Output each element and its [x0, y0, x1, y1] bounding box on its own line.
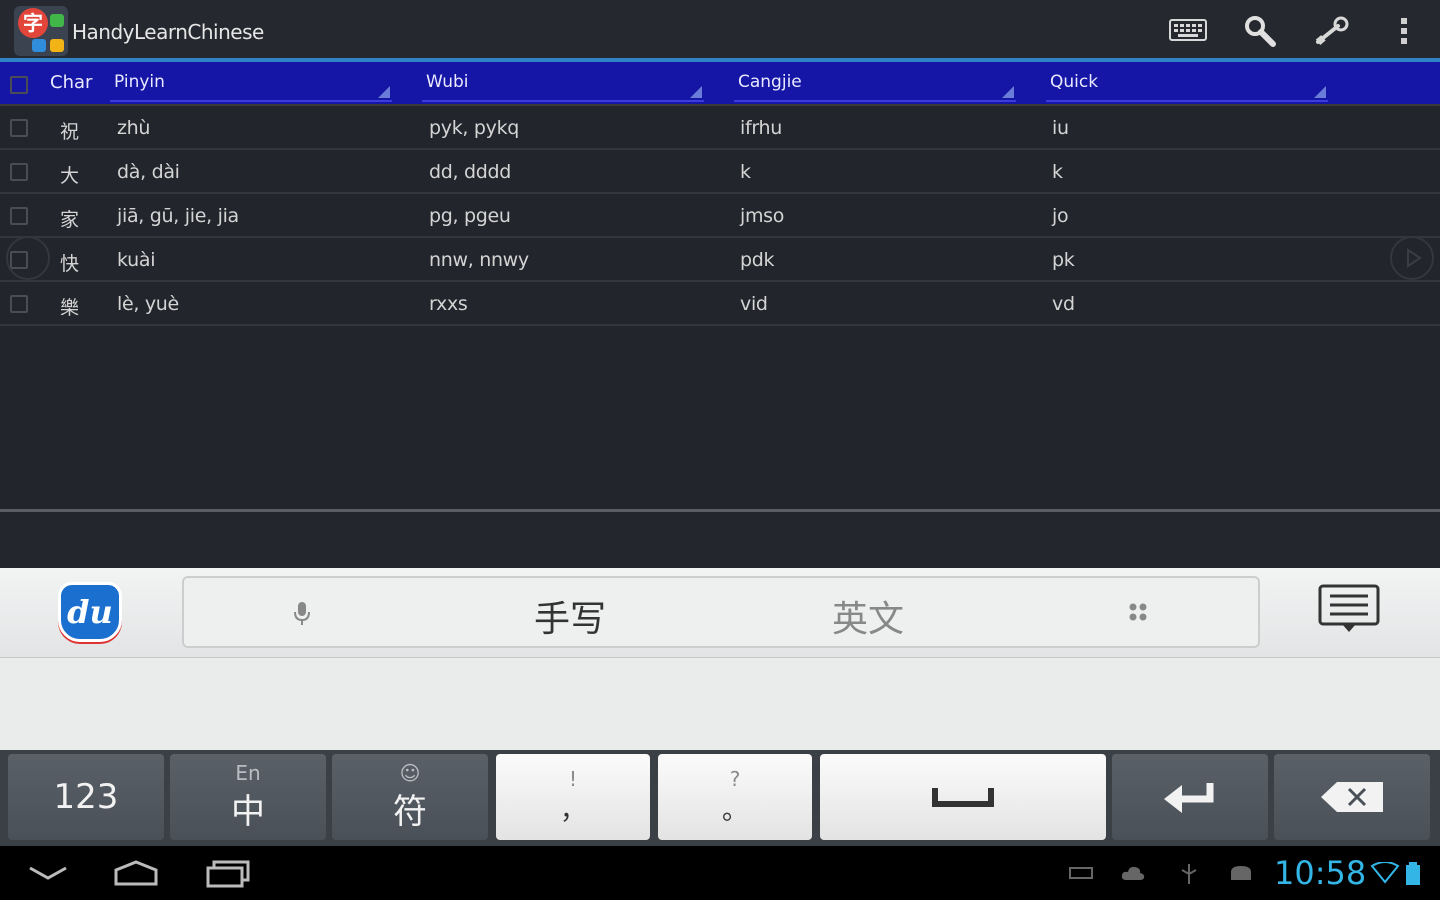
numbers-key[interactable]: 123: [8, 754, 164, 840]
cell-pinyin: jiā, gū, jie, jia: [117, 205, 239, 227]
ime-mode-tabs: 手写 英文: [182, 576, 1260, 648]
sort-indicator-icon[interactable]: [1314, 86, 1326, 98]
cell-quick: vd: [1052, 293, 1075, 315]
space-bar-icon: [932, 788, 994, 807]
col-header-cangjie[interactable]: Cangjie: [738, 72, 802, 92]
ime-menu-icon[interactable]: [1318, 584, 1380, 634]
backspace-key[interactable]: [1274, 754, 1430, 840]
cell-cangjie: k: [740, 161, 751, 183]
period-key[interactable]: ? 。: [658, 754, 812, 840]
backspace-icon: [1321, 782, 1383, 812]
language-switch-key[interactable]: En 中: [170, 754, 326, 840]
cell-wubi: pyk, pykq: [429, 117, 520, 139]
android-debug-icon: [1228, 862, 1254, 884]
wifi-icon: [1370, 861, 1400, 884]
recent-apps-icon[interactable]: [200, 856, 256, 890]
hide-keyboard-icon[interactable]: [20, 856, 76, 890]
cell-char: 快: [60, 253, 79, 275]
usb-icon: [1176, 862, 1202, 884]
row-checkbox[interactable]: [10, 163, 28, 181]
cell-pinyin: lè, yuè: [117, 293, 179, 315]
cell-wubi: rxxs: [429, 293, 468, 315]
status-clock: 10:58: [1274, 854, 1367, 892]
cell-char: 大: [60, 165, 79, 187]
comma-key[interactable]: ! ，: [496, 754, 650, 840]
cell-char: 家: [60, 209, 79, 231]
settings-tools-icon[interactable]: [1312, 14, 1352, 48]
cell-cangjie: jmso: [740, 205, 785, 227]
cell-char: 祝: [60, 121, 79, 143]
cell-wubi: nnw, nnwy: [429, 249, 529, 271]
baidu-du-logo-icon[interactable]: du: [58, 582, 122, 642]
space-key[interactable]: [820, 754, 1106, 840]
tab-handwrite[interactable]: 手写: [534, 590, 606, 642]
enter-icon: [1164, 783, 1214, 813]
baidu-ime-keyboard: du 手写 英文 123 En 中 ☺ 符 ! ， ? 。: [0, 568, 1440, 846]
symbol-key[interactable]: ☺ 符: [332, 754, 488, 840]
cell-pinyin: kuài: [117, 249, 156, 271]
cell-pinyin: zhù: [117, 117, 151, 139]
system-nav-bar: 10:58: [0, 846, 1440, 900]
cell-quick: jo: [1052, 205, 1069, 227]
grid-apps-icon[interactable]: [1128, 602, 1148, 626]
tab-english[interactable]: 英文: [832, 590, 904, 642]
cell-cangjie: pdk: [740, 249, 775, 271]
cell-cangjie: vid: [740, 293, 768, 315]
table-row[interactable]: 祝 zhù pyk, pykq ifrhu iu: [0, 106, 1440, 150]
col-header-pinyin[interactable]: Pinyin: [114, 72, 165, 92]
col-header-wubi[interactable]: Wubi: [426, 72, 469, 92]
cloud-icon: [1120, 862, 1146, 884]
home-icon[interactable]: [108, 856, 164, 890]
cell-char: 樂: [60, 297, 79, 319]
input-area[interactable]: [0, 512, 1440, 568]
app-logo-icon[interactable]: 字: [14, 6, 68, 56]
keyboard-bottom-row: 123 En 中 ☺ 符 ! ， ? 。: [0, 750, 1440, 846]
action-bar: 字 HandyLearnChinese: [0, 0, 1440, 62]
table-header: Char Pinyin Wubi Cangjie Quick: [0, 62, 1440, 106]
sort-indicator-icon[interactable]: [1002, 86, 1014, 98]
cell-quick: iu: [1052, 117, 1069, 139]
sort-indicator-icon[interactable]: [378, 86, 390, 98]
table-row[interactable]: 快 kuài nnw, nnwy pdk pk: [0, 238, 1440, 282]
search-icon[interactable]: [1240, 14, 1280, 48]
next-page-icon[interactable]: [1390, 236, 1434, 280]
cell-wubi: dd, dddd: [429, 161, 512, 183]
app-title: HandyLearnChinese: [72, 20, 264, 44]
enter-key[interactable]: [1112, 754, 1268, 840]
battery-icon: [1404, 862, 1422, 885]
candidate-bar: [0, 658, 1440, 750]
keyboard-status-icon: [1068, 862, 1094, 884]
table-row[interactable]: 家 jiā, gū, jie, jia pg, pgeu jmso jo: [0, 194, 1440, 238]
cell-pinyin: dà, dài: [117, 161, 180, 183]
prev-page-icon[interactable]: [6, 236, 50, 280]
sort-indicator-icon[interactable]: [690, 86, 702, 98]
table-row[interactable]: 樂 lè, yuè rxxs vid vd: [0, 282, 1440, 326]
select-all-checkbox[interactable]: [10, 76, 28, 94]
ime-toolbar: du 手写 英文: [0, 568, 1440, 658]
row-checkbox[interactable]: [10, 119, 28, 137]
cell-quick: k: [1052, 161, 1063, 183]
microphone-icon[interactable]: [292, 600, 312, 630]
cell-wubi: pg, pgeu: [429, 205, 511, 227]
table-body: 祝 zhù pyk, pykq ifrhu iu 大 dà, dài dd, d…: [0, 106, 1440, 326]
overflow-menu-icon[interactable]: [1386, 14, 1422, 48]
row-checkbox[interactable]: [10, 295, 28, 313]
col-header-quick[interactable]: Quick: [1050, 72, 1098, 92]
col-header-char[interactable]: Char: [50, 72, 92, 93]
cell-cangjie: ifrhu: [740, 117, 783, 139]
row-checkbox[interactable]: [10, 207, 28, 225]
table-row[interactable]: 大 dà, dài dd, dddd k k: [0, 150, 1440, 194]
cell-quick: pk: [1052, 249, 1075, 271]
keyboard-icon[interactable]: [1168, 14, 1208, 48]
